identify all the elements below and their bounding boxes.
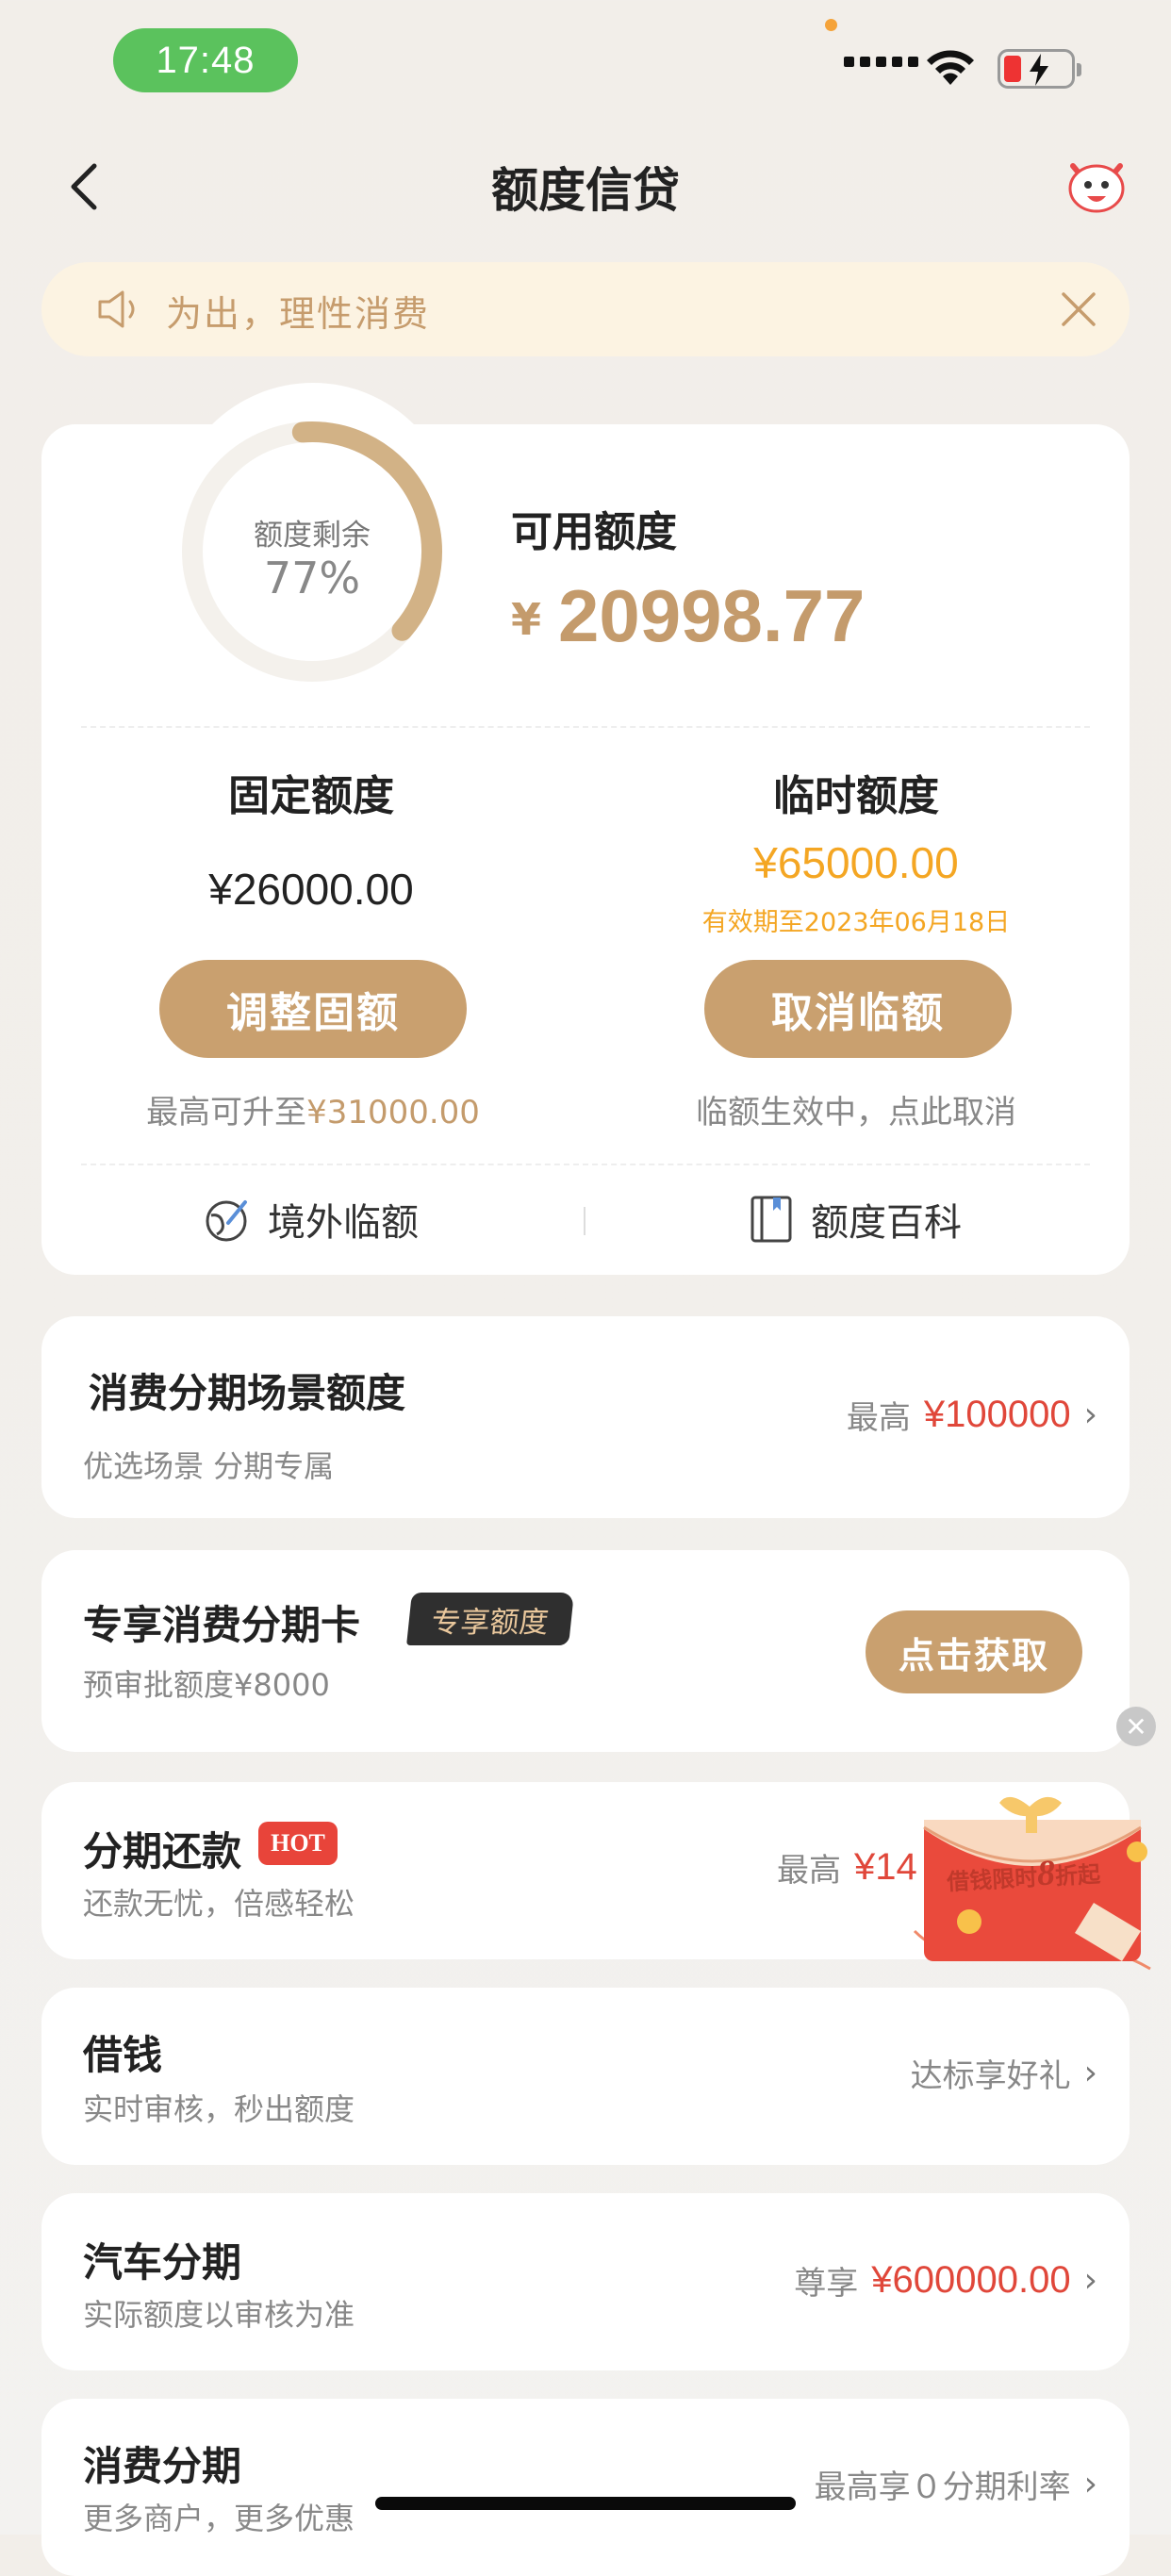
borrow-card[interactable]: 借钱 实时审核，秒出额度 达标享好礼 › <box>41 1988 1130 2165</box>
scene-credit-subtitle: 优选场景 分期专属 <box>83 1448 335 1484</box>
click-to-get-button[interactable]: 点击获取 <box>866 1610 1082 1693</box>
overseas-globe-icon <box>206 1200 247 1242</box>
wiki-link-label: 额度百科 <box>811 1201 962 1245</box>
temp-credit-amount: ¥65000.00 <box>753 838 959 887</box>
vip-label: 尊享 <box>794 2265 859 2303</box>
consumer-installment-card[interactable]: 消费分期 更多商户，更多优惠 最高享０分期利率 › <box>41 2399 1130 2576</box>
installment-repay-subtitle: 还款无忧，倍感轻松 <box>83 1886 355 1922</box>
car-installment-max-value: ¥600000.00 <box>871 2259 1071 2301</box>
notice-banner[interactable]: 为出，理性消费 <box>41 262 1130 356</box>
currency-symbol: ¥ <box>511 594 542 645</box>
cancel-temp-credit-button[interactable]: 取消临额 <box>704 960 1012 1058</box>
fixed-credit-label: 固定额度 <box>228 772 394 820</box>
consumer-installment-right: 最高享０分期利率 › <box>815 2461 1097 2507</box>
car-installment-card[interactable]: 汽车分期 实际额度以审核为准 尊享 ¥600000.00 › <box>41 2193 1130 2370</box>
temp-credit-hint[interactable]: 临额生效中，点此取消 <box>649 1086 1064 1132</box>
wifi-icon <box>927 50 974 85</box>
borrow-title: 借钱 <box>83 2032 163 2078</box>
hint-prefix: 最高可升至 <box>146 1094 307 1131</box>
speaker-icon <box>98 290 135 328</box>
promo-text-prefix: 借钱限时 <box>946 1866 1038 1896</box>
exclusive-card-title: 专享消费分期卡 <box>83 1602 361 1648</box>
chevron-right-icon: › <box>1083 2054 1097 2092</box>
fixed-credit-hint: 最高可升至¥31000.00 <box>106 1086 520 1132</box>
notice-text: 为出，理性消费 <box>166 293 431 335</box>
page-title: 额度信贷 <box>491 163 680 218</box>
scene-credit-max-value: ¥100000 <box>923 1394 1071 1435</box>
book-icon <box>750 1196 792 1243</box>
exclusive-card-subtitle: 预审批额度¥8000 <box>83 1667 330 1703</box>
car-installment-right: 尊享 ¥600000.00 › <box>794 2257 1097 2304</box>
hint-max-value: ¥31000.00 <box>306 1094 480 1131</box>
adjust-fixed-credit-button[interactable]: 调整固额 <box>159 960 467 1058</box>
overseas-temp-credit-link[interactable]: 境外临额 <box>202 1192 419 1247</box>
close-icon[interactable] <box>1060 290 1097 328</box>
gauge-label: 额度剩余 <box>254 519 371 553</box>
overseas-link-label: 境外临额 <box>268 1201 419 1245</box>
chevron-right-icon: › <box>1083 1395 1097 1434</box>
divider <box>81 1164 1090 1165</box>
chevron-right-icon: › <box>1083 2465 1097 2503</box>
credit-wiki-link[interactable]: 额度百科 <box>749 1192 962 1247</box>
status-time: 17:48 <box>113 28 298 92</box>
home-indicator[interactable] <box>375 2497 796 2510</box>
chevron-right-icon: › <box>1083 2261 1097 2300</box>
exclusive-credit-tag: 专享额度 <box>406 1593 574 1645</box>
promo-discount-number: 8 <box>1035 1853 1057 1894</box>
promo-text: 借钱限时8折起 <box>946 1850 1101 1899</box>
max-label: 最高 <box>846 1399 911 1437</box>
cellular-signal-icon <box>844 57 918 67</box>
available-credit-label: 可用额度 <box>511 508 677 556</box>
gauge-percent: 77% <box>263 553 361 603</box>
interest-rate-label: 最高享０分期利率 <box>814 2469 1071 2506</box>
available-credit-amount: 20998.77 <box>558 574 866 657</box>
borrow-subtitle: 实时审核，秒出额度 <box>83 2091 355 2127</box>
hot-badge: HOT <box>258 1822 338 1865</box>
car-installment-title: 汽车分期 <box>83 2239 242 2286</box>
installment-repay-title: 分期还款 <box>83 1828 242 1874</box>
link-separator <box>584 1207 586 1235</box>
scene-credit-card[interactable]: 消费分期场景额度 优选场景 分期专属 最高 ¥100000 › <box>41 1316 1130 1518</box>
close-promo-icon[interactable]: ✕ <box>1116 1707 1156 1746</box>
temp-credit-expiry: 有效期至2023年06月18日 <box>701 908 1011 937</box>
fixed-credit-amount: ¥26000.00 <box>208 865 414 914</box>
promo-text-suffix: 折起 <box>1054 1862 1101 1891</box>
battery-icon <box>998 49 1081 89</box>
borrow-right: 达标享好礼 › <box>911 2050 1097 2096</box>
privacy-indicator-dot <box>825 19 837 31</box>
scene-credit-title: 消费分期场景额度 <box>89 1370 406 1416</box>
scene-credit-right: 最高 ¥100000 › <box>847 1392 1097 1438</box>
max-label: 最高 <box>777 1852 841 1890</box>
consumer-installment-subtitle: 更多商户，更多优惠 <box>83 2501 355 2536</box>
car-installment-subtitle: 实际额度以审核为准 <box>83 2297 355 2333</box>
consumer-installment-title: 消费分期 <box>83 2443 242 2489</box>
temp-credit-label: 临时额度 <box>773 772 939 820</box>
borrow-reward-label: 达标享好礼 <box>910 2057 1071 2095</box>
divider <box>81 726 1090 728</box>
mascot-service-icon[interactable] <box>1064 157 1130 215</box>
